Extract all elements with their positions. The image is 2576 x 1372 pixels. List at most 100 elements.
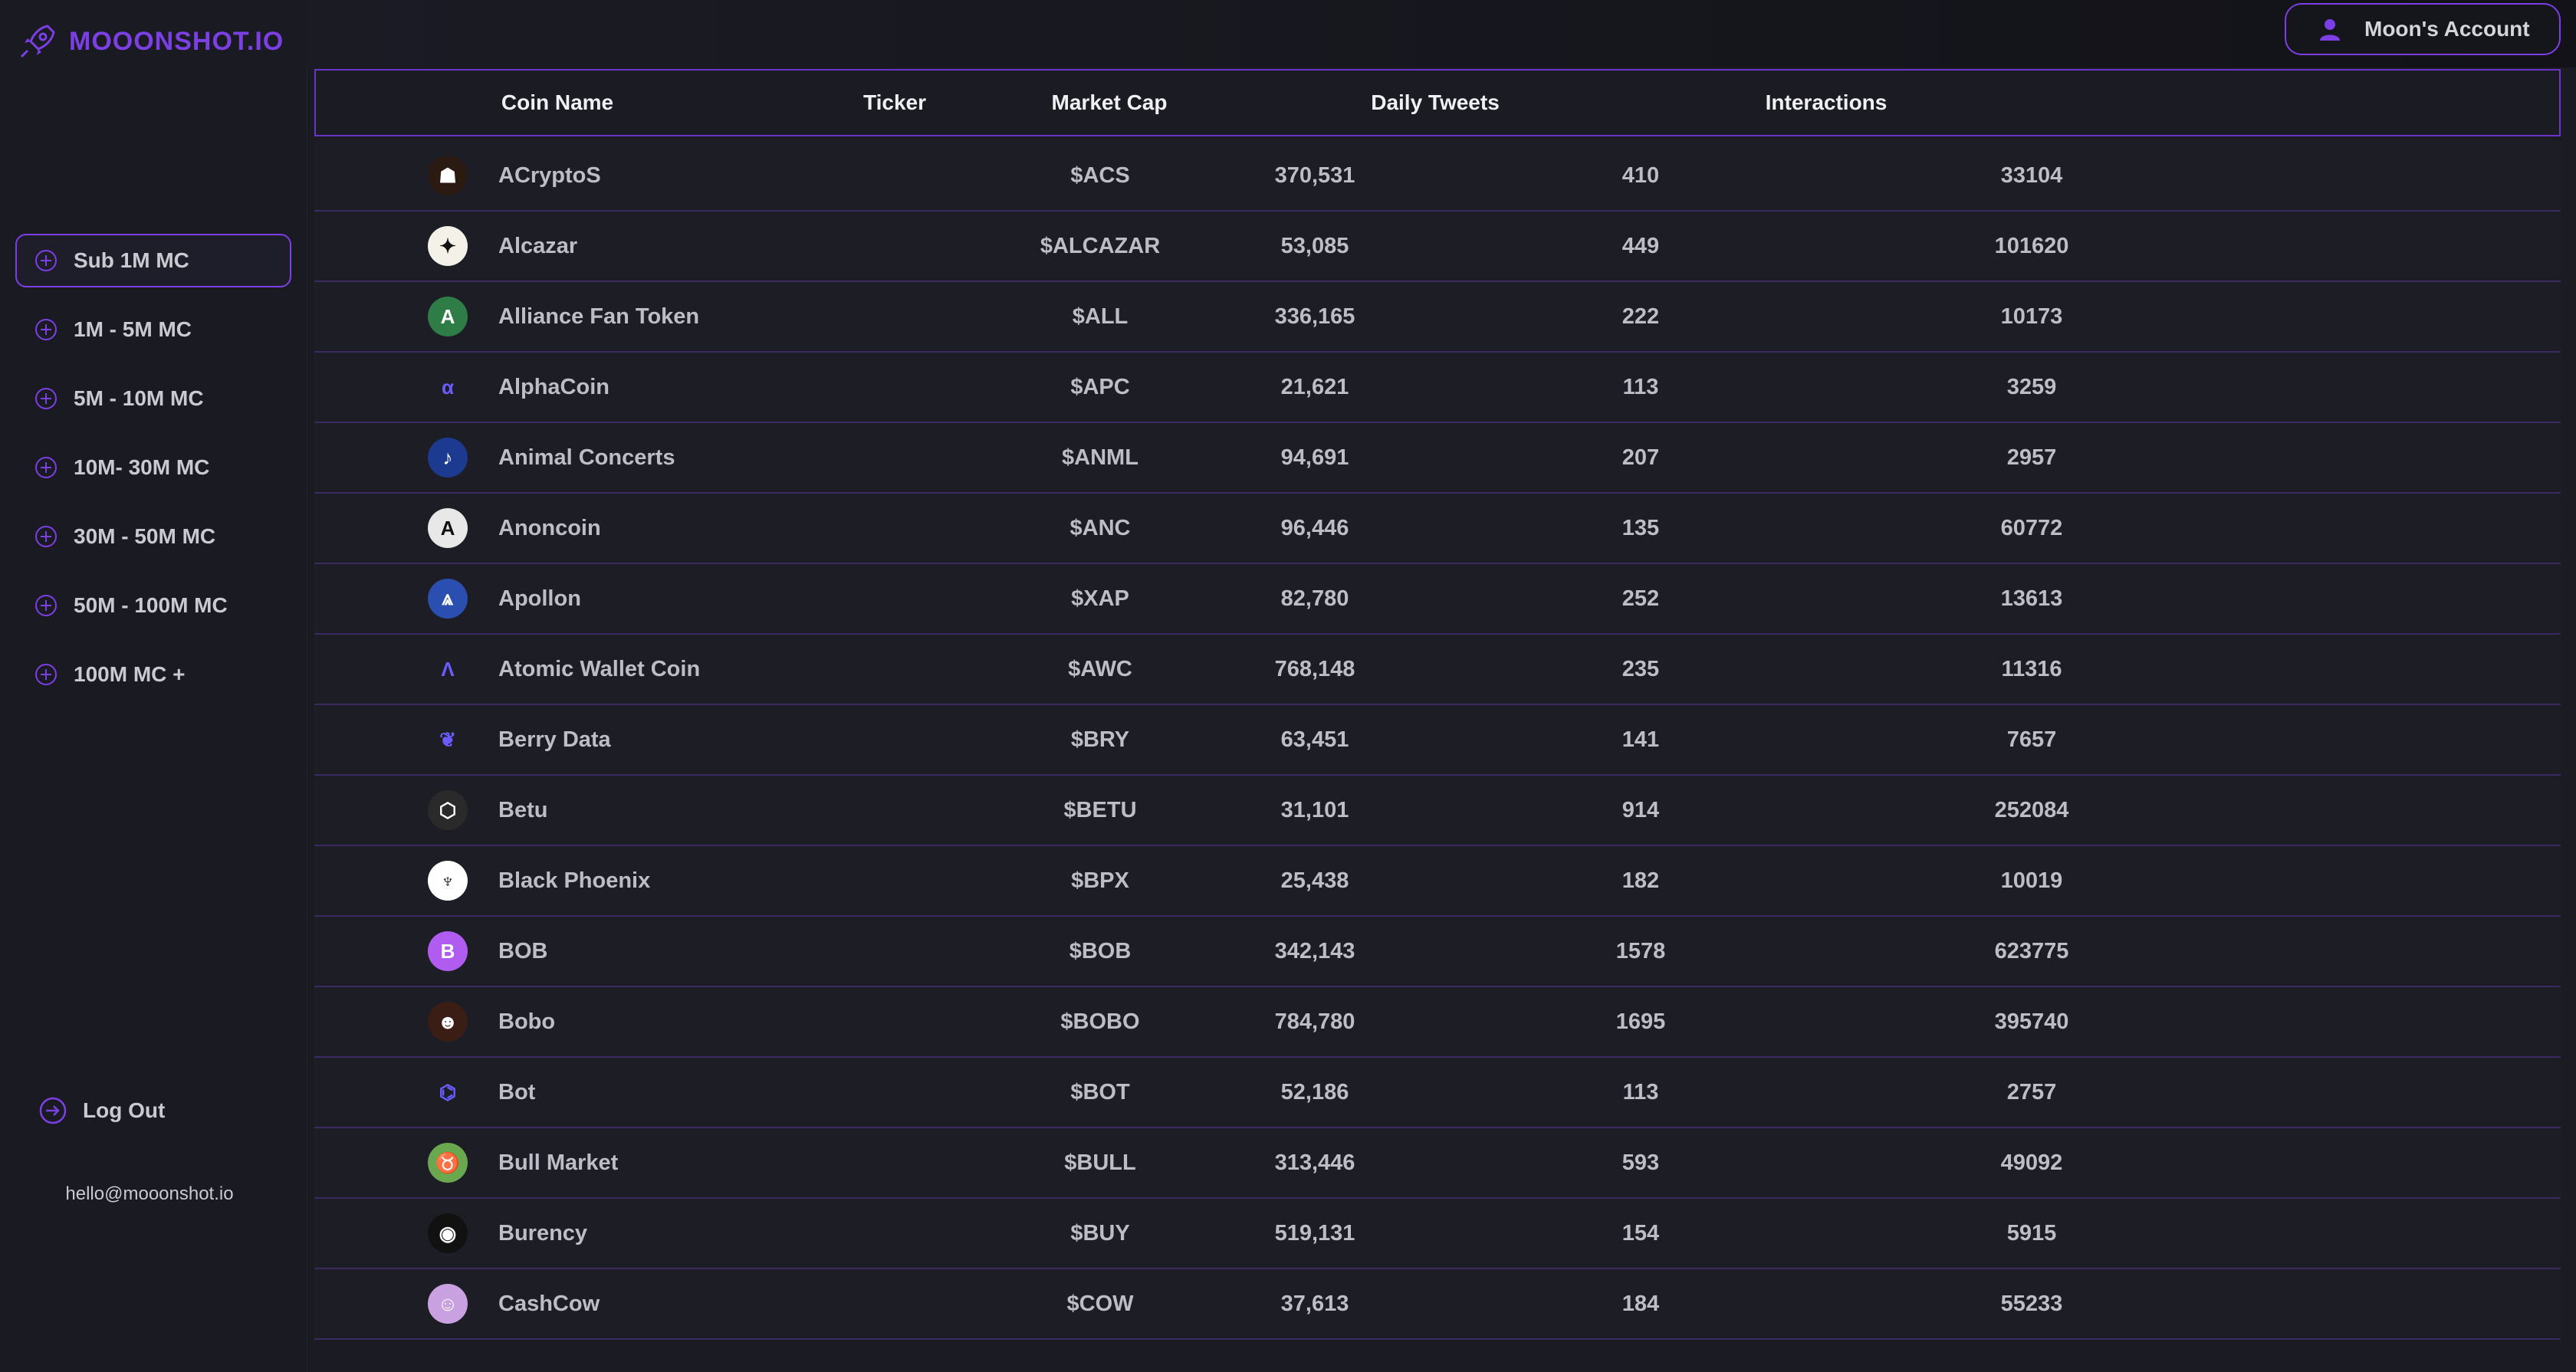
coin-name[interactable]: Berry Data bbox=[498, 727, 611, 753]
interactions-cell: 11316 bbox=[2001, 656, 2062, 681]
plus-circle-icon bbox=[35, 457, 57, 478]
table-row[interactable]: ⩓ Apollon $XAP 82,780 252 13613 bbox=[314, 564, 2561, 635]
coin-name[interactable]: Betu bbox=[498, 798, 547, 823]
daily-tweets-cell: 113 bbox=[1622, 1079, 1659, 1104]
coin-name-cell: ⩓ Apollon bbox=[314, 579, 1004, 619]
interactions-cell: 2757 bbox=[2006, 1079, 2057, 1104]
interactions-cell: 55233 bbox=[2000, 1291, 2063, 1316]
coin-name[interactable]: Bot bbox=[498, 1080, 535, 1105]
table-row[interactable]: ♉ Bull Market $BULL 313,446 593 49092 bbox=[314, 1128, 2561, 1199]
market-cap-cell: 53,085 bbox=[1280, 233, 1349, 258]
sidebar-item-5m-10m-mc[interactable]: 5M - 10M MC bbox=[15, 372, 291, 425]
contact-email[interactable]: hello@mooonshot.io bbox=[0, 1183, 299, 1205]
table-row[interactable]: ⌬ Bot $BOT 52,186 113 2757 bbox=[314, 1058, 2561, 1128]
coin-name[interactable]: BOB bbox=[498, 939, 547, 964]
sidebar-item-30m-50m-mc[interactable]: 30M - 50M MC bbox=[15, 510, 291, 563]
table-row[interactable]: ♪ Animal Concerts $ANML 94,691 207 2957 bbox=[314, 423, 2561, 494]
logout-label: Log Out bbox=[83, 1098, 166, 1122]
table-row[interactable]: ◉ Burency $BUY 519,131 154 5915 bbox=[314, 1199, 2561, 1269]
anoncoin-logo-icon: A bbox=[428, 508, 468, 548]
market-cap-cell: 63,451 bbox=[1280, 727, 1349, 752]
daily-tweets-cell: 235 bbox=[1622, 656, 1660, 681]
market-cap-cell: 37,613 bbox=[1280, 1291, 1349, 1316]
sidebar-item-sub-1m-mc[interactable]: Sub 1M MC bbox=[15, 234, 291, 287]
interactions-cell: 10173 bbox=[2000, 304, 2063, 329]
daily-tweets-cell: 593 bbox=[1622, 1150, 1660, 1175]
column-header-interactions[interactable]: Interactions bbox=[1642, 90, 2010, 115]
ticker-cell: $AWC bbox=[1068, 656, 1132, 681]
brand-logo[interactable]: MOOONSHOT.IO bbox=[17, 20, 284, 63]
black-phoenix-logo-icon: ♆ bbox=[428, 861, 468, 901]
table-row[interactable]: ♆ Black Phoenix $BPX 25,438 182 10019 bbox=[314, 846, 2561, 917]
coin-name-cell: ☻ Bobo bbox=[314, 1002, 1004, 1042]
coin-name-cell: Λ Atomic Wallet Coin bbox=[314, 649, 1004, 689]
coin-name[interactable]: Bobo bbox=[498, 1009, 555, 1035]
coin-name[interactable]: Alcazar bbox=[498, 234, 577, 259]
table-row[interactable]: Λ Atomic Wallet Coin $AWC 768,148 235 11316 bbox=[314, 635, 2561, 705]
coin-name-cell: ☗ ACryptoS bbox=[314, 156, 1004, 195]
column-header-market-cap[interactable]: Market Cap bbox=[991, 90, 1228, 115]
table-row[interactable]: ☺ CashCow $COW 37,613 184 55233 bbox=[314, 1269, 2561, 1340]
bob-logo-icon: B bbox=[428, 931, 468, 971]
column-header-coin-name[interactable]: Coin Name bbox=[316, 90, 799, 115]
daily-tweets-cell: 1695 bbox=[1615, 1009, 1666, 1034]
coin-name[interactable]: Anoncoin bbox=[498, 516, 601, 541]
top-bar: Moon's Account bbox=[307, 0, 2576, 67]
coin-name-cell: ♪ Animal Concerts bbox=[314, 438, 1004, 478]
table-row[interactable]: ☗ ACryptoS $ACS 370,531 410 33104 bbox=[314, 141, 2561, 212]
sidebar: MOOONSHOT.IO Sub 1M MC 1M - 5M MC 5M - 10M… bbox=[0, 0, 307, 1372]
table-row[interactable]: A Anoncoin $ANC 96,446 135 60772 bbox=[314, 494, 2561, 564]
market-cap-cell: 94,691 bbox=[1280, 445, 1349, 470]
sidebar-item-50m-100m-mc[interactable]: 50M - 100M MC bbox=[15, 579, 291, 632]
column-header-ticker[interactable]: Ticker bbox=[799, 90, 991, 115]
market-cap-nav: Sub 1M MC 1M - 5M MC 5M - 10M MC 10M- 30M M… bbox=[15, 234, 291, 717]
coin-name[interactable]: Bull Market bbox=[498, 1150, 618, 1176]
table-row[interactable]: ⬡ Betu $BETU 31,101 914 252084 bbox=[314, 776, 2561, 846]
cashcow-logo-icon: ☺ bbox=[428, 1284, 468, 1324]
interactions-cell: 7657 bbox=[2006, 727, 2057, 752]
interactions-cell: 33104 bbox=[2000, 162, 2063, 188]
coin-name-cell: ❦ Berry Data bbox=[314, 720, 1004, 760]
acryptos-logo-icon: ☗ bbox=[428, 156, 468, 195]
account-label: Moon's Account bbox=[2364, 17, 2530, 41]
coin-name[interactable]: ACryptoS bbox=[498, 163, 601, 189]
alliance-logo-icon: A bbox=[428, 297, 468, 336]
table-body: ☗ ACryptoS $ACS 370,531 410 33104 ✦ Alcazar $ALC… bbox=[314, 141, 2561, 1340]
user-icon bbox=[2320, 19, 2340, 41]
berry-data-logo-icon: ❦ bbox=[439, 727, 456, 751]
sidebar-item-1m-5m-mc[interactable]: 1M - 5M MC bbox=[15, 303, 291, 356]
logout-button[interactable]: Log Out bbox=[37, 1095, 165, 1127]
coin-name[interactable]: AlphaCoin bbox=[498, 375, 610, 400]
table-row[interactable]: B BOB $BOB 342,143 1578 623775 bbox=[314, 917, 2561, 987]
coin-name[interactable]: Burency bbox=[498, 1221, 587, 1246]
bobo-logo-icon: ☻ bbox=[428, 1002, 468, 1042]
table-row[interactable]: ❦ Berry Data $BRY 63,451 141 7657 bbox=[314, 705, 2561, 776]
sidebar-item-10m-30m-mc[interactable]: 10M- 30M MC bbox=[15, 441, 291, 494]
coin-name[interactable]: Animal Concerts bbox=[498, 445, 675, 471]
daily-tweets-cell: 154 bbox=[1622, 1220, 1660, 1246]
market-cap-cell: 313,446 bbox=[1274, 1150, 1355, 1175]
interactions-cell: 49092 bbox=[2000, 1150, 2063, 1175]
coin-name-cell: B BOB bbox=[314, 931, 1004, 971]
ticker-cell: $ACS bbox=[1070, 162, 1130, 188]
table-row[interactable]: ☻ Bobo $BOBO 784,780 1695 395740 bbox=[314, 987, 2561, 1058]
market-cap-cell: 336,165 bbox=[1274, 304, 1355, 329]
atomic-wallet-logo-icon: Λ bbox=[441, 657, 455, 681]
interactions-cell: 395740 bbox=[1994, 1009, 2069, 1034]
coin-name[interactable]: Apollon bbox=[498, 586, 581, 612]
bull-market-logo-icon: ♉ bbox=[428, 1143, 468, 1183]
table-row[interactable]: ✦ Alcazar $ALCAZAR 53,085 449 101620 bbox=[314, 212, 2561, 282]
table-row[interactable]: α AlphaCoin $APC 21,621 113 3259 bbox=[314, 353, 2561, 423]
coin-name[interactable]: Alliance Fan Token bbox=[498, 304, 699, 330]
market-cap-cell: 21,621 bbox=[1280, 374, 1349, 399]
market-cap-cell: 519,131 bbox=[1274, 1220, 1355, 1246]
coin-name[interactable]: Black Phoenix bbox=[498, 868, 650, 894]
sidebar-item-100m-mc[interactable]: 100M MC + bbox=[15, 648, 291, 701]
account-button[interactable]: Moon's Account bbox=[2285, 3, 2561, 55]
table-row[interactable]: A Alliance Fan Token $ALL 336,165 222 10173 bbox=[314, 282, 2561, 353]
column-header-daily-tweets[interactable]: Daily Tweets bbox=[1228, 90, 1642, 115]
coin-name[interactable]: Atomic Wallet Coin bbox=[498, 657, 700, 682]
daily-tweets-cell: 449 bbox=[1622, 233, 1660, 258]
interactions-cell: 252084 bbox=[1994, 797, 2069, 822]
coin-name[interactable]: CashCow bbox=[498, 1292, 600, 1317]
